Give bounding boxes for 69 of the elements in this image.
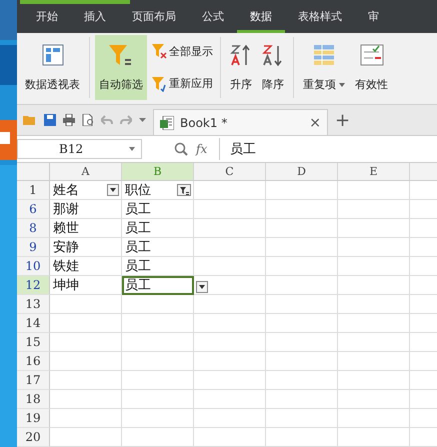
table-cell: 赖世 bbox=[53, 220, 79, 237]
print-preview-icon[interactable] bbox=[82, 114, 94, 126]
table-cell: 员工 bbox=[125, 258, 151, 275]
row-header[interactable]: 8 bbox=[17, 219, 50, 238]
table-cell: 那谢 bbox=[53, 201, 79, 218]
dropdown-icon[interactable] bbox=[139, 118, 146, 122]
menu-tab[interactable]: 插入 bbox=[71, 4, 119, 33]
row-header[interactable]: 10 bbox=[17, 257, 50, 276]
menu-tab[interactable]: 审 bbox=[355, 4, 392, 33]
table-cell: 安静 bbox=[53, 239, 79, 256]
menu-tab[interactable]: 公式 bbox=[189, 4, 237, 33]
menu-tab[interactable]: 表格样式 bbox=[285, 4, 355, 33]
document-title: Book1 * bbox=[180, 116, 228, 130]
show-all-button[interactable]: 全部显示 bbox=[149, 42, 215, 60]
filter-icon bbox=[108, 42, 134, 67]
table-cell: 姓名 bbox=[53, 182, 79, 199]
new-tab-button[interactable]: + bbox=[335, 110, 350, 131]
cell-dropdown-button[interactable] bbox=[196, 281, 208, 293]
row-header[interactable]: 1 bbox=[17, 181, 50, 200]
print-icon[interactable] bbox=[63, 114, 75, 126]
sort-ascending-button[interactable]: 升序 bbox=[226, 34, 256, 100]
validity-button[interactable]: 有效性 bbox=[351, 34, 392, 100]
table-cell: 职位 bbox=[125, 182, 151, 199]
row-header[interactable]: 9 bbox=[17, 238, 50, 257]
row-header[interactable]: 17 bbox=[17, 371, 50, 390]
duplicates-button[interactable]: 重复项 bbox=[299, 34, 349, 100]
table-cell: 员工 bbox=[125, 201, 151, 218]
close-tab-button[interactable]: × bbox=[309, 114, 321, 131]
row-header[interactable]: 12 bbox=[17, 276, 50, 295]
name-box[interactable]: B12 bbox=[17, 139, 142, 160]
row-header[interactable]: 13 bbox=[17, 295, 50, 314]
caret-icon bbox=[339, 82, 345, 87]
document-tab[interactable]: Book1 * × bbox=[153, 109, 328, 136]
table-cell: 员工 bbox=[125, 239, 151, 256]
pivot-table-icon bbox=[40, 42, 64, 67]
row-header[interactable]: 18 bbox=[17, 390, 50, 409]
filter-reapply-icon bbox=[151, 76, 167, 92]
pivot-table-button[interactable]: 数据透视表 bbox=[21, 34, 84, 100]
column-header[interactable]: C bbox=[194, 163, 266, 180]
row-header[interactable]: 6 bbox=[17, 200, 50, 219]
filter-active-button[interactable] bbox=[177, 184, 191, 196]
column-header[interactable]: E bbox=[338, 163, 410, 180]
row-header[interactable]: 19 bbox=[17, 409, 50, 428]
sort-ascending-icon bbox=[230, 42, 252, 67]
filter-dropdown-button[interactable] bbox=[107, 184, 119, 196]
reapply-button[interactable]: 重新应用 bbox=[149, 74, 215, 93]
search-icon[interactable] bbox=[174, 142, 188, 156]
menu-tab[interactable]: 页面布局 bbox=[119, 4, 189, 33]
table-cell: 员工 bbox=[125, 277, 151, 294]
menu-tab[interactable]: 开始 bbox=[23, 4, 71, 33]
row-header[interactable]: 20 bbox=[17, 428, 50, 447]
save-icon[interactable] bbox=[44, 114, 56, 126]
row-header[interactable]: 15 bbox=[17, 333, 50, 352]
row-header[interactable]: 16 bbox=[17, 352, 50, 371]
row-header[interactable]: 14 bbox=[17, 314, 50, 333]
column-header[interactable]: D bbox=[266, 163, 338, 180]
table-cell: 坤坤 bbox=[53, 277, 79, 294]
table-cell: 员工 bbox=[125, 220, 151, 237]
sort-descending-button[interactable]: 降序 bbox=[258, 34, 288, 100]
table-cell: 铁娃 bbox=[53, 258, 79, 275]
validation-icon bbox=[358, 42, 384, 67]
sort-descending-icon bbox=[262, 42, 284, 67]
function-button[interactable]: fx bbox=[196, 142, 208, 156]
spreadsheet-icon bbox=[160, 116, 174, 130]
caret-icon bbox=[129, 147, 135, 152]
autofilter-button[interactable]: 自动筛选 bbox=[95, 34, 147, 100]
formula-field[interactable]: 员工 bbox=[219, 138, 437, 160]
table-highlight-icon bbox=[312, 42, 336, 67]
filter-clear-icon bbox=[151, 43, 167, 60]
